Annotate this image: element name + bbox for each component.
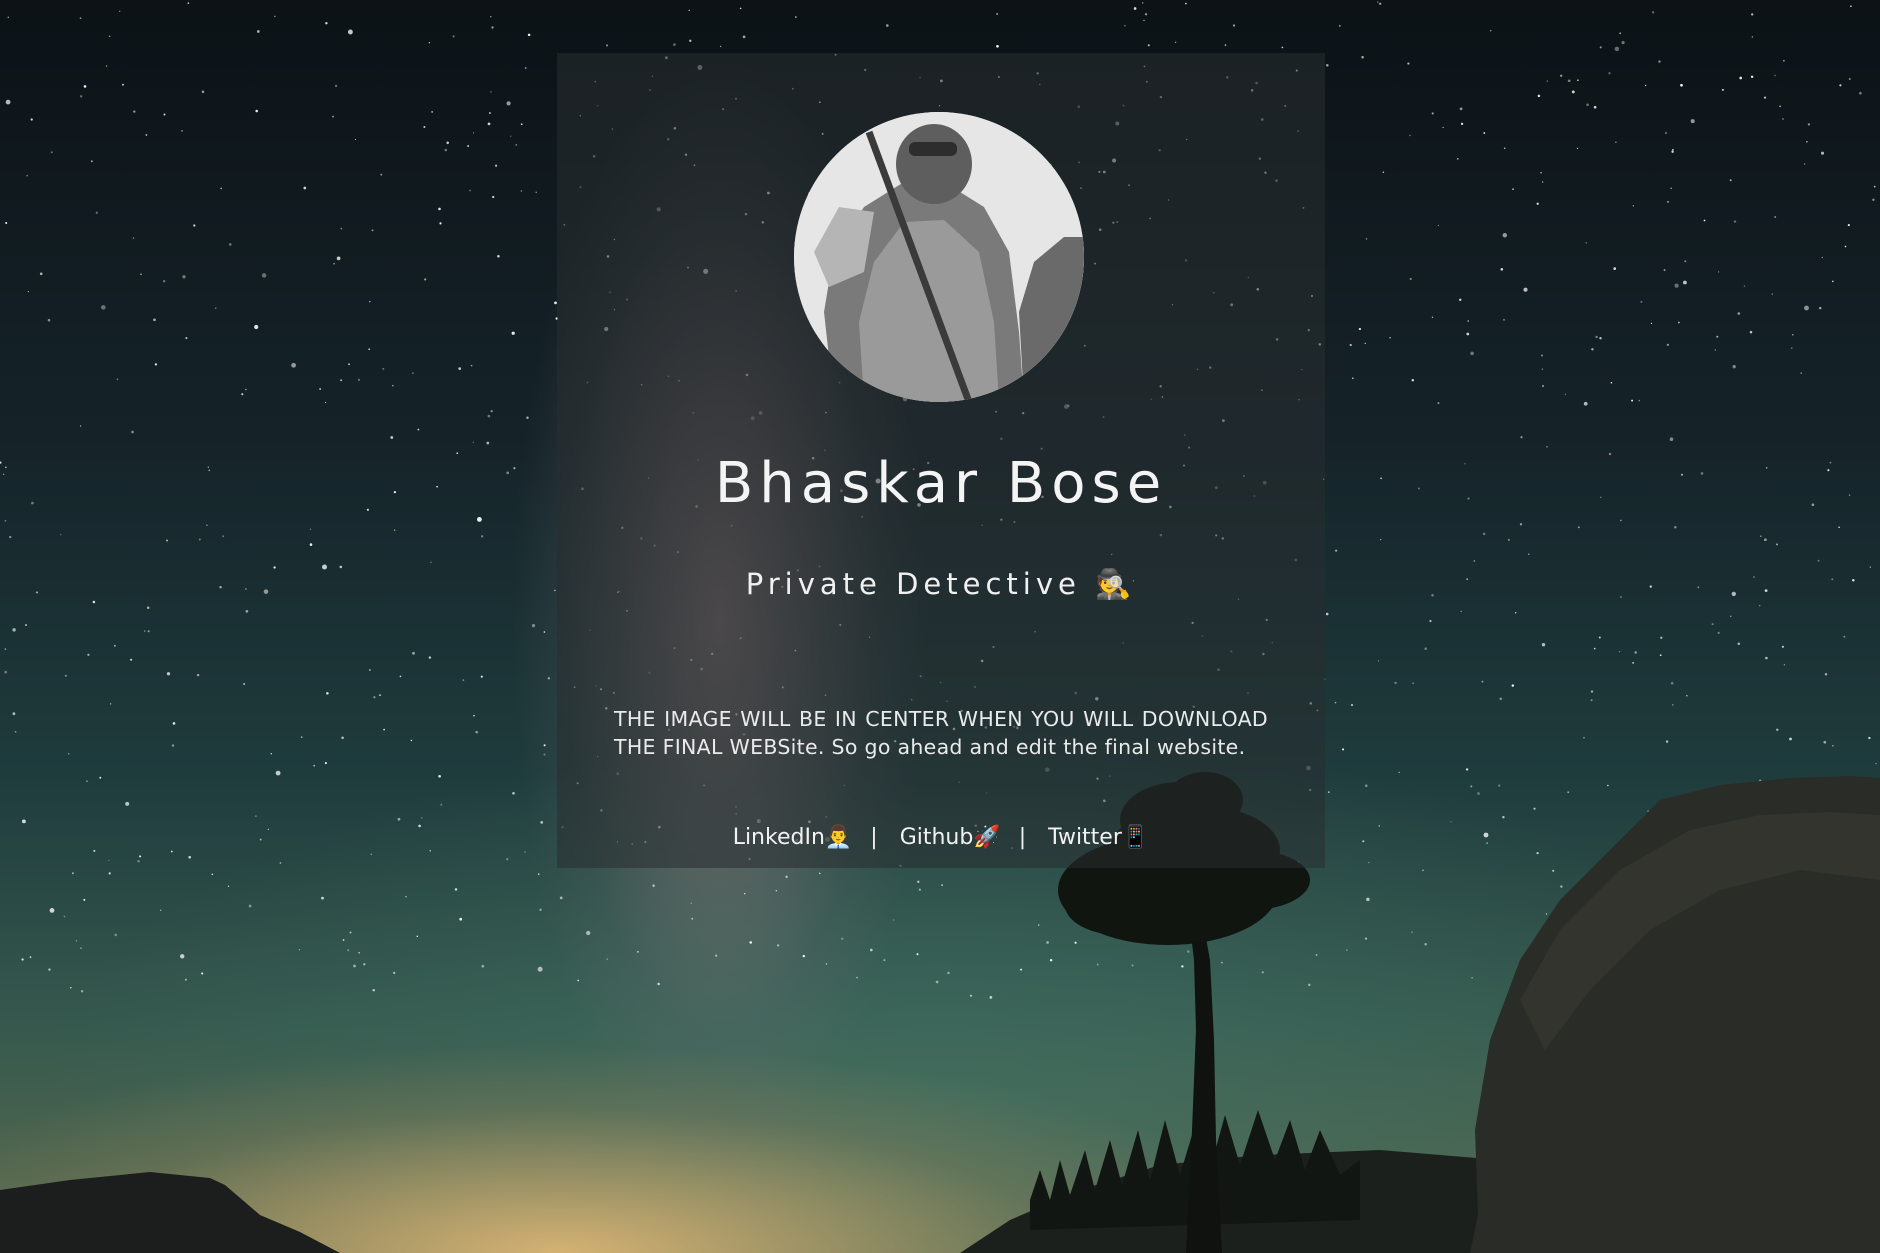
profile-role: Private Detective 🕵️ [745, 567, 1137, 601]
social-links: LinkedIn👨‍💼 | Github🚀 | Twitter📱 [557, 825, 1325, 850]
profile-name: Bhaskar Bose [714, 451, 1168, 516]
hooded-figure-icon [794, 112, 1084, 402]
profile-card: Bhaskar Bose Private Detective 🕵️ THE IM… [557, 53, 1325, 868]
link-separator: | [1018, 825, 1027, 850]
avatar [794, 112, 1084, 402]
twitter-link[interactable]: Twitter📱 [1048, 825, 1149, 850]
profile-description: THE IMAGE WILL BE IN CENTER WHEN YOU WIL… [614, 707, 1268, 759]
github-link[interactable]: Github🚀 [900, 825, 1001, 850]
linkedin-link[interactable]: LinkedIn👨‍💼 [733, 825, 853, 850]
link-separator: | [870, 825, 878, 850]
